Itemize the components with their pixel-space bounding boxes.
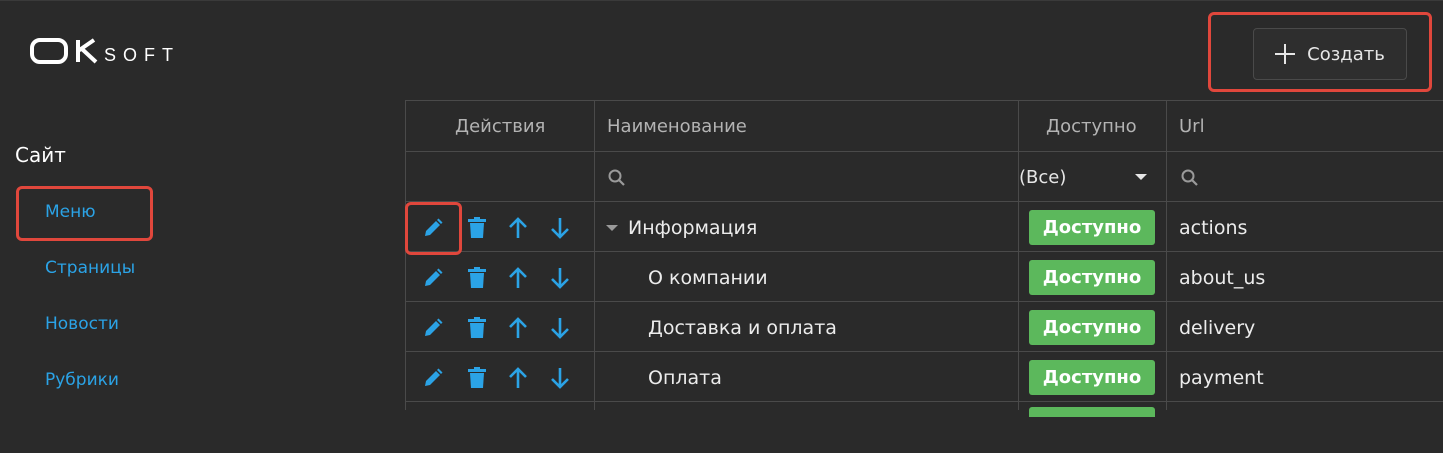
logo: SOFT [30,36,210,66]
column-header-url[interactable]: Url [1179,100,1205,152]
name-filter-search-icon[interactable] [608,169,626,191]
edit-icon[interactable] [423,253,443,303]
grid-line [405,201,1443,202]
row-name[interactable]: О компании [648,253,768,303]
url-filter-search-icon[interactable] [1181,169,1199,191]
table-row: Оплата Доступно payment [405,353,1443,403]
delete-icon[interactable] [467,303,487,353]
delete-icon[interactable] [467,253,487,303]
status-badge: Доступно [1029,310,1155,345]
status-badge-partial [1029,407,1155,417]
top-border [0,0,1443,1]
table-row [405,403,1443,453]
available-filter-value: (Все) [1019,166,1067,188]
column-header-actions[interactable]: Действия [455,100,545,152]
row-name[interactable]: Оплата [648,353,722,403]
arrow-down-icon[interactable] [550,303,570,353]
arrow-down-icon[interactable] [550,203,570,253]
edit-icon[interactable] [423,303,443,353]
delete-icon[interactable] [467,353,487,403]
arrow-up-icon[interactable] [508,353,528,403]
menu-table: Действия Наименование Доступно Url (Все)… [405,100,1443,417]
create-button-label: Создать [1307,43,1385,65]
sidebar-item-news[interactable]: Новости [45,314,119,334]
arrow-up-icon[interactable] [508,203,528,253]
grid-line [405,100,1443,101]
arrow-down-icon[interactable] [550,253,570,303]
plus-icon [1275,44,1296,64]
logo-text: SOFT [104,45,180,65]
chevron-down-icon [1135,174,1147,180]
available-filter-select[interactable]: (Все) [1019,152,1155,202]
row-url: actions [1179,217,1248,239]
arrow-up-icon[interactable] [508,303,528,353]
status-badge: Доступно [1029,210,1155,245]
table-row: Доставка и оплата Доступно delivery [405,303,1443,353]
status-badge: Доступно [1029,260,1155,295]
create-button[interactable]: Создать [1253,28,1407,80]
sidebar-item-pages[interactable]: Страницы [45,258,135,278]
table-row: О компании Доступно about_us [405,253,1443,303]
table-row: Информация Доступно actions [405,203,1443,253]
row-name[interactable]: Информация [606,203,757,253]
delete-icon[interactable] [467,203,487,253]
row-url: delivery [1179,317,1256,339]
edit-icon[interactable] [423,353,443,403]
column-header-available[interactable]: Доступно [1046,100,1137,152]
row-url: payment [1179,367,1264,389]
row-name[interactable]: Доставка и оплата [648,303,837,353]
grid-line [405,151,1443,152]
status-badge: Доступно [1029,360,1155,395]
expand-caret-icon[interactable] [606,225,618,231]
edit-button-highlight [405,202,462,255]
column-header-name[interactable]: Наименование [607,100,747,152]
row-name-text: Информация [628,217,758,239]
sidebar-item-categories[interactable]: Рубрики [45,370,119,390]
row-url: about_us [1179,267,1266,289]
sidebar-section-title: Сайт [15,143,66,167]
arrow-down-icon[interactable] [550,353,570,403]
arrow-up-icon[interactable] [508,253,528,303]
sidebar-item-menu[interactable]: Меню [45,202,96,222]
